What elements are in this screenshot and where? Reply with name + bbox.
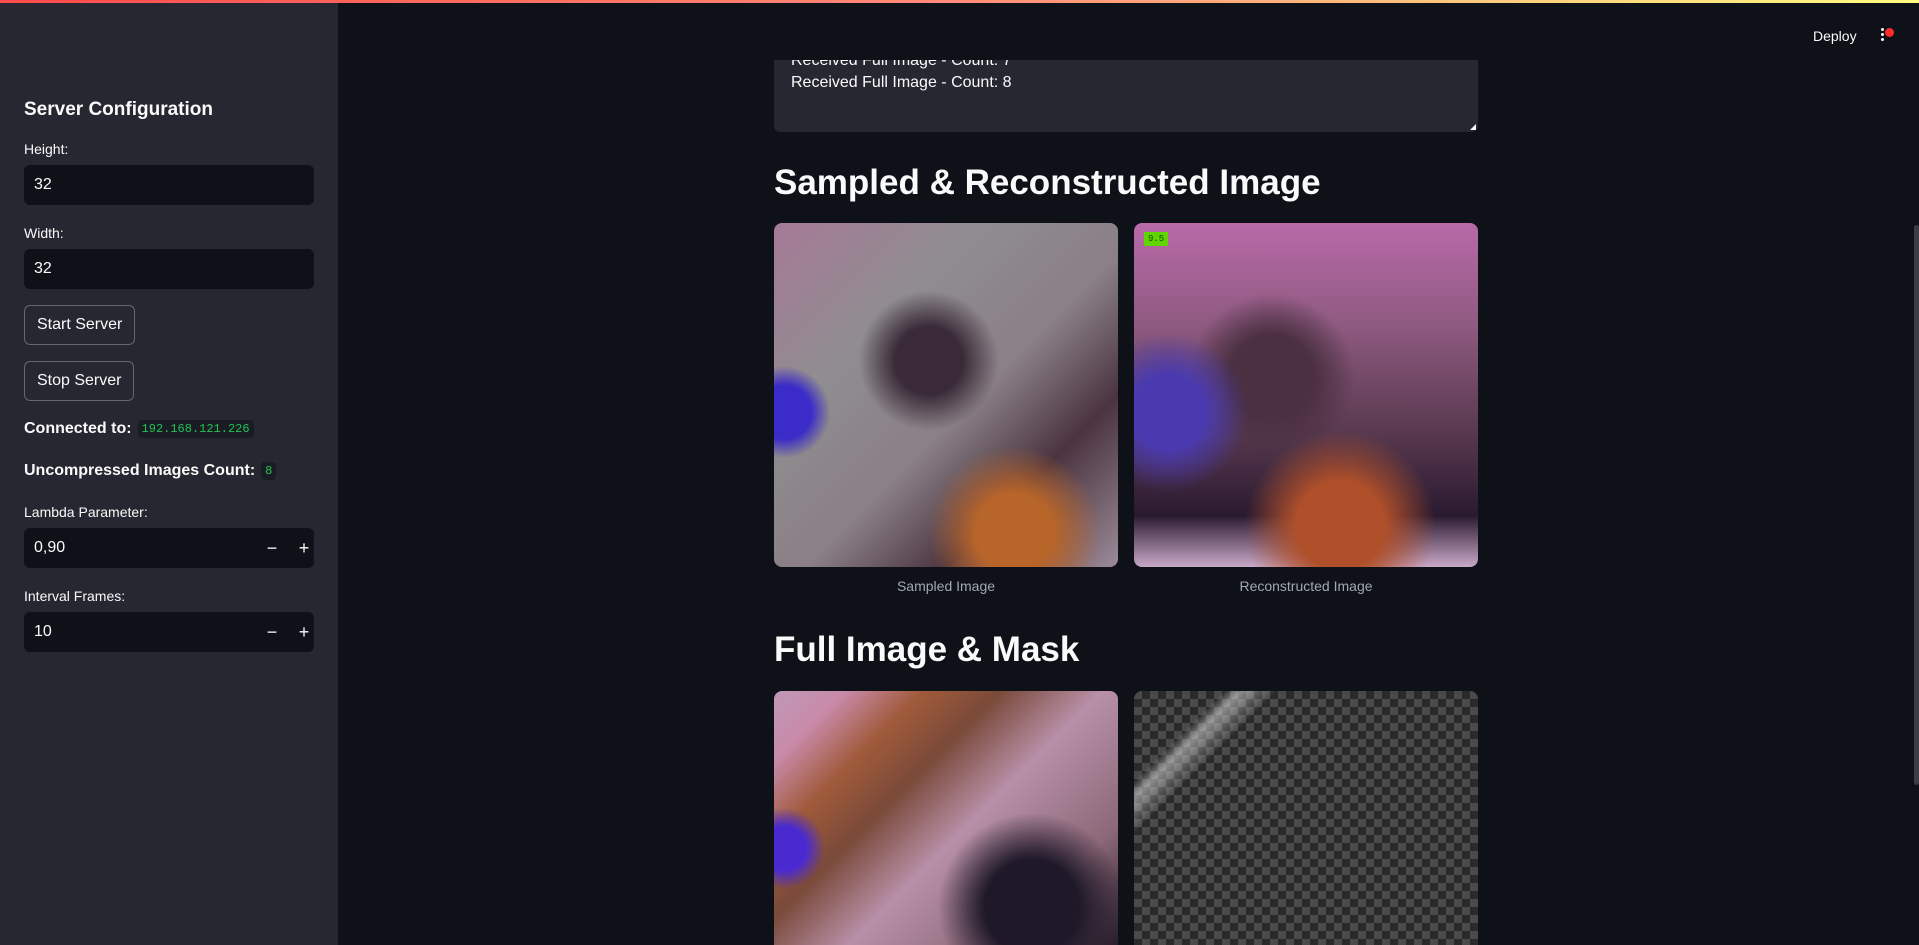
width-input[interactable]: 32 [24, 249, 314, 289]
count-label: Uncompressed Images Count: [24, 462, 256, 479]
lambda-increment-button[interactable]: + [288, 528, 320, 568]
sampled-caption: Sampled Image [896, 578, 996, 594]
sidebar-title: Server Configuration [24, 99, 213, 120]
log-textarea[interactable]: Received Full Image - Count: 7 Received … [774, 60, 1478, 132]
width-label: Width: [24, 225, 64, 241]
sidebar: Server Configuration Height: 32 Width: 3… [0, 3, 338, 945]
image-badge: 9.5 [1144, 232, 1169, 246]
interval-label: Interval Frames: [24, 588, 126, 604]
interval-value[interactable]: 10 [34, 623, 52, 641]
stop-server-button[interactable]: Stop Server [24, 361, 135, 401]
interval-number-input: 10 − + [24, 612, 314, 652]
section-title-sampled: Sampled & Reconstructed Image [774, 163, 1321, 202]
interval-decrement-button[interactable]: − [256, 612, 288, 652]
scrollbar[interactable] [1914, 225, 1919, 785]
lambda-value[interactable]: 0,90 [34, 539, 65, 557]
lambda-number-input: 0,90 − + [24, 528, 314, 568]
notification-dot [1885, 28, 1894, 37]
section-title-full: Full Image & Mask [774, 630, 1080, 669]
count-value: 8 [261, 462, 277, 480]
connected-label: Connected to: [24, 420, 132, 437]
mask-image [1134, 691, 1478, 945]
connected-row: Connected to: 192.168.121.226 [24, 420, 254, 438]
log-line: Received Full Image - Count: 7 [791, 60, 1012, 69]
reconstructed-caption: Reconstructed Image [1239, 578, 1373, 594]
lambda-decrement-button[interactable]: − [256, 528, 288, 568]
height-label: Height: [24, 141, 69, 157]
connected-ip: 192.168.121.226 [137, 420, 254, 438]
deploy-button[interactable]: Deploy [1813, 28, 1857, 44]
reconstructed-image: 9.5 [1134, 223, 1478, 567]
full-image [774, 691, 1118, 945]
lambda-label: Lambda Parameter: [24, 504, 148, 520]
interval-increment-button[interactable]: + [288, 612, 320, 652]
count-row: Uncompressed Images Count: 8 [24, 462, 277, 480]
resize-handle-icon[interactable] [1470, 124, 1476, 130]
log-line: Received Full Image - Count: 8 [791, 74, 1012, 91]
height-input[interactable]: 32 [24, 165, 314, 205]
sampled-image [774, 223, 1118, 567]
start-server-button[interactable]: Start Server [24, 305, 136, 345]
